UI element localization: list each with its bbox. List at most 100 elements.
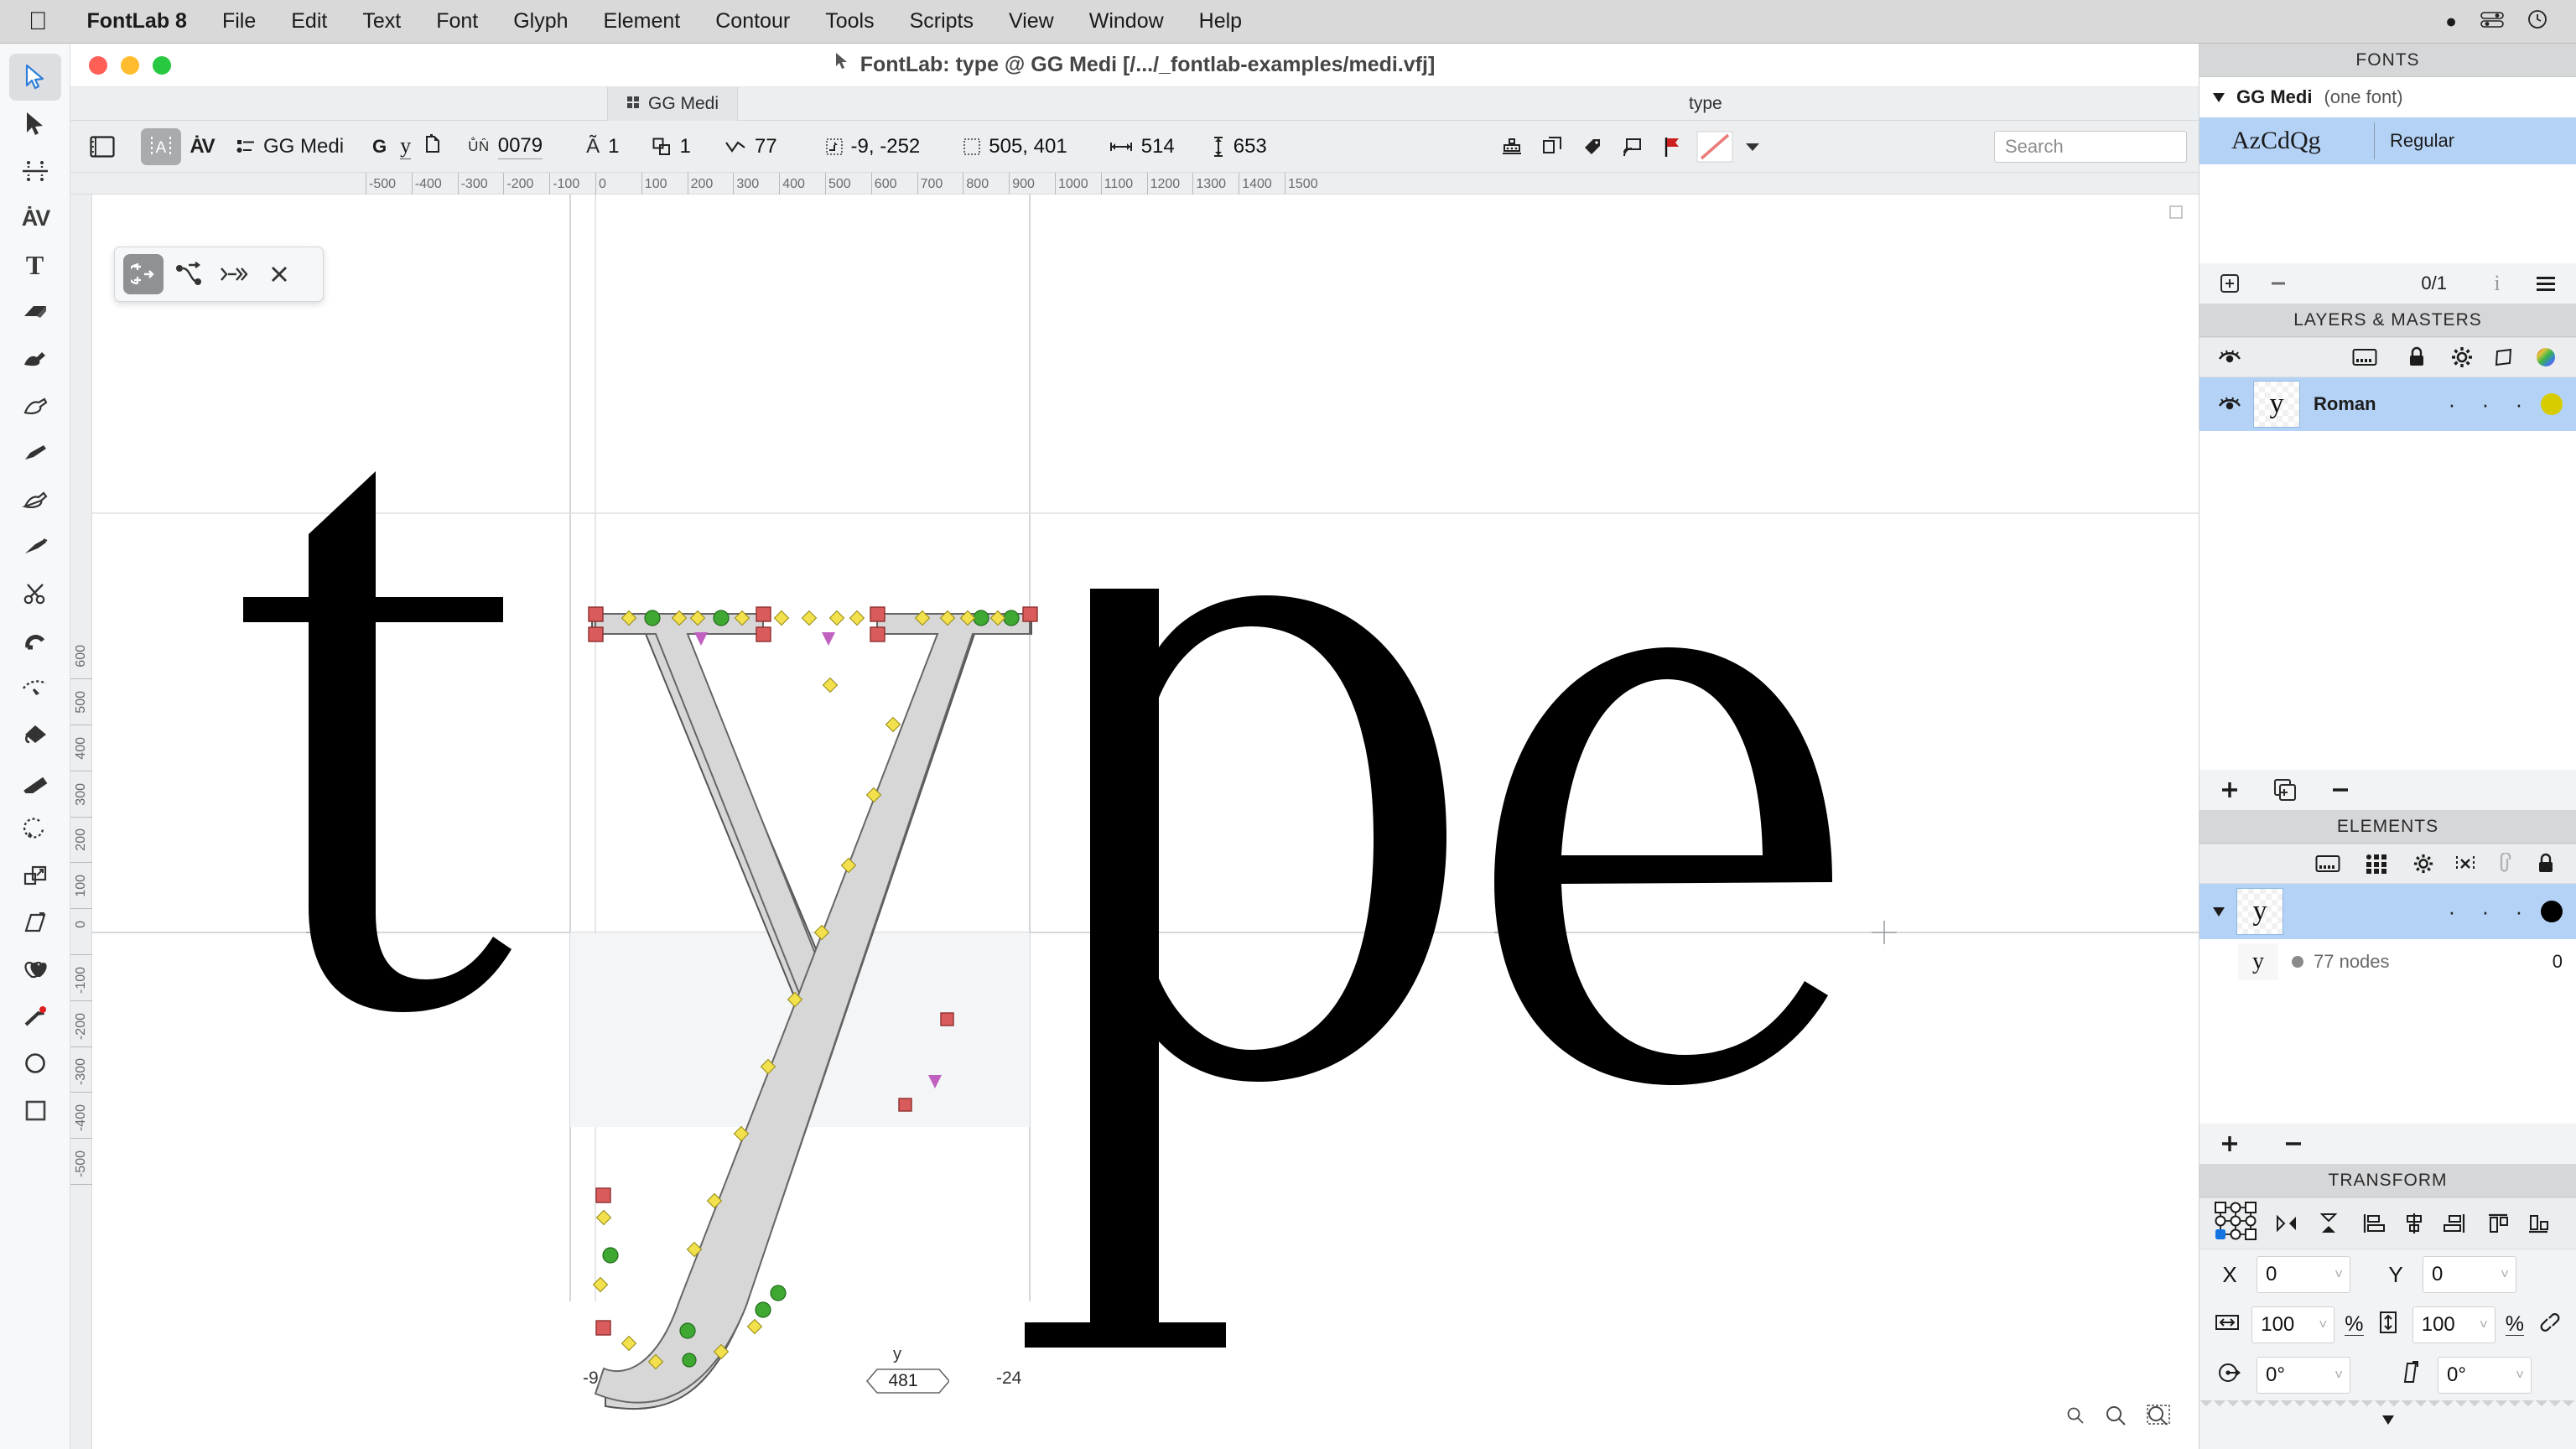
lock-icon[interactable]	[2529, 847, 2563, 880]
search-input[interactable]: Search	[1994, 130, 2187, 163]
font-style-row[interactable]: AzCdQg Regular	[2199, 117, 2576, 164]
layer-dot-2[interactable]: ·	[2469, 393, 2502, 415]
panel-resize-handle[interactable]	[2199, 1400, 2576, 1412]
clock-icon[interactable]	[2527, 9, 2547, 34]
info-icon[interactable]: i	[2480, 267, 2514, 300]
duplicate-glyph-icon[interactable]	[424, 133, 443, 159]
components-icon[interactable]	[1532, 128, 1572, 165]
chevron-down-icon[interactable]	[2213, 92, 2225, 102]
align-center-icon[interactable]	[2397, 1207, 2431, 1240]
bluetooth-icon[interactable]: ●	[2445, 10, 2457, 33]
layer-dot-1[interactable]: ·	[2435, 393, 2469, 415]
chevron-down-icon[interactable]: ˅	[2319, 1317, 2327, 1333]
flag-icon[interactable]	[1653, 128, 1693, 165]
unicode-field[interactable]: U̐N̑ 0079	[468, 134, 543, 159]
metrics-icon[interactable]	[2311, 847, 2345, 880]
color-wheel-icon[interactable]	[2529, 340, 2563, 374]
layer-color-swatch[interactable]	[2541, 393, 2563, 415]
harmonize-button[interactable]	[123, 254, 164, 294]
glyph-canvas[interactable]: -9 -24 y 481	[92, 195, 2199, 1449]
menu-item-contour[interactable]: Contour	[698, 9, 808, 34]
link-chain-icon[interactable]	[2537, 1311, 2563, 1338]
transform-height-input[interactable]: 100 ˅	[2412, 1306, 2496, 1343]
shape-merge-tool[interactable]	[9, 946, 61, 993]
menu-item-font[interactable]: Font	[418, 9, 496, 34]
zoom-window-button[interactable]	[153, 55, 171, 75]
control-center-icon[interactable]	[2480, 10, 2504, 33]
alt-layers-field[interactable]: Ã 1	[586, 135, 619, 158]
guides-icon[interactable]	[1613, 128, 1653, 165]
layer-dot-3[interactable]: ·	[2502, 393, 2536, 415]
no-color-swatch[interactable]	[1693, 128, 1737, 165]
transform-slant-input[interactable]: 0° ˅	[2438, 1357, 2532, 1394]
menu-item-file[interactable]: File	[205, 9, 273, 34]
bbox-origin-field[interactable]: -9, -252	[825, 135, 920, 158]
nodes-field[interactable]: 77	[724, 135, 777, 158]
vertical-ruler[interactable]: 600 500 400 300 200 100 0 -100 -200 -300 -400 -500	[70, 195, 92, 1449]
fonts-family-row[interactable]: GG Medi (one font)	[2199, 77, 2576, 117]
magnet-tool[interactable]	[9, 617, 61, 664]
transform-y-input[interactable]: 0 ˅	[2423, 1256, 2516, 1293]
add-font-icon[interactable]	[2213, 267, 2246, 300]
transform-width-input[interactable]: 100 ˅	[2251, 1306, 2335, 1343]
gear-icon[interactable]	[2445, 340, 2479, 374]
gear-icon[interactable]	[2407, 847, 2440, 880]
link-icon[interactable]	[2489, 847, 2522, 880]
element-dot-3[interactable]: ·	[2502, 901, 2536, 922]
add-point-tool[interactable]	[9, 993, 61, 1040]
convert-button[interactable]	[214, 254, 254, 294]
ellipse-tool[interactable]	[9, 1040, 61, 1087]
measure-tool[interactable]	[9, 758, 61, 805]
menu-item-view[interactable]: View	[991, 9, 1072, 34]
hamburger-icon[interactable]	[2529, 267, 2563, 300]
anchors-icon[interactable]	[1492, 128, 1532, 165]
duplicate-layer-icon[interactable]	[2268, 773, 2302, 807]
apple-logo-icon[interactable]: 	[0, 9, 70, 34]
node-curve-button[interactable]	[169, 254, 209, 294]
close-toolbar-button[interactable]	[259, 254, 299, 294]
metrics-icon[interactable]	[2348, 340, 2381, 374]
zoom-out-icon[interactable]	[2066, 1406, 2085, 1429]
chevron-down-icon[interactable]: ˅	[2334, 1367, 2343, 1384]
elements-field[interactable]: 1	[652, 135, 691, 158]
align-right-icon[interactable]	[2438, 1207, 2471, 1240]
rapid-tool[interactable]	[9, 476, 61, 523]
add-element-icon[interactable]	[2213, 1127, 2246, 1161]
kerning-tool[interactable]: ȦV	[9, 195, 61, 242]
brush-tool[interactable]	[9, 523, 61, 570]
menu-item-glyph[interactable]: Glyph	[496, 9, 585, 34]
chevron-down-icon[interactable]	[1737, 128, 1768, 165]
tags-icon[interactable]	[1572, 128, 1613, 165]
shape-icon[interactable]	[2487, 340, 2521, 374]
chevron-down-icon[interactable]: ˅	[2516, 1367, 2524, 1384]
text-tool[interactable]: T	[9, 242, 61, 288]
element-dot-2[interactable]: ·	[2469, 901, 2502, 922]
element-row-child[interactable]: y 77 nodes 0	[2199, 939, 2576, 984]
close-window-button[interactable]	[89, 55, 107, 75]
remove-layer-icon[interactable]	[2324, 773, 2357, 807]
menu-item-app[interactable]: FontLab 8	[70, 9, 205, 34]
scale-tool[interactable]	[9, 852, 61, 899]
select-tool[interactable]	[9, 101, 61, 148]
knife-tool[interactable]	[9, 570, 61, 617]
pen-tool[interactable]	[9, 382, 61, 429]
advance-width-badge[interactable]: 481	[857, 1367, 949, 1395]
add-layer-icon[interactable]	[2213, 773, 2246, 807]
menu-item-element[interactable]: Element	[586, 9, 699, 34]
sidebar-panel-icon[interactable]	[82, 128, 122, 165]
remove-element-icon[interactable]	[2277, 1127, 2310, 1161]
slant-tool[interactable]	[9, 899, 61, 946]
scissors-tool[interactable]	[9, 664, 61, 711]
horizontal-ruler[interactable]: -500 -400 -300 -200 -100 0 100 200 300 400 500 600 7…	[70, 173, 2199, 195]
chevron-down-icon[interactable]	[2213, 906, 2225, 917]
transform-origin-grid-icon[interactable]	[2213, 1200, 2258, 1247]
zoom-fit-icon[interactable]	[2147, 1405, 2170, 1431]
transform-x-input[interactable]: 0 ˅	[2257, 1256, 2350, 1293]
flip-horizontal-icon[interactable]	[2270, 1207, 2303, 1240]
eraser-tool[interactable]	[9, 288, 61, 335]
eye-icon[interactable]	[2213, 387, 2246, 421]
advance-width-field[interactable]: 514	[1109, 135, 1175, 158]
chevron-down-icon[interactable]: ˅	[2480, 1317, 2488, 1333]
edit-tool[interactable]	[8, 54, 61, 101]
align-left-icon[interactable]	[2357, 1207, 2391, 1240]
